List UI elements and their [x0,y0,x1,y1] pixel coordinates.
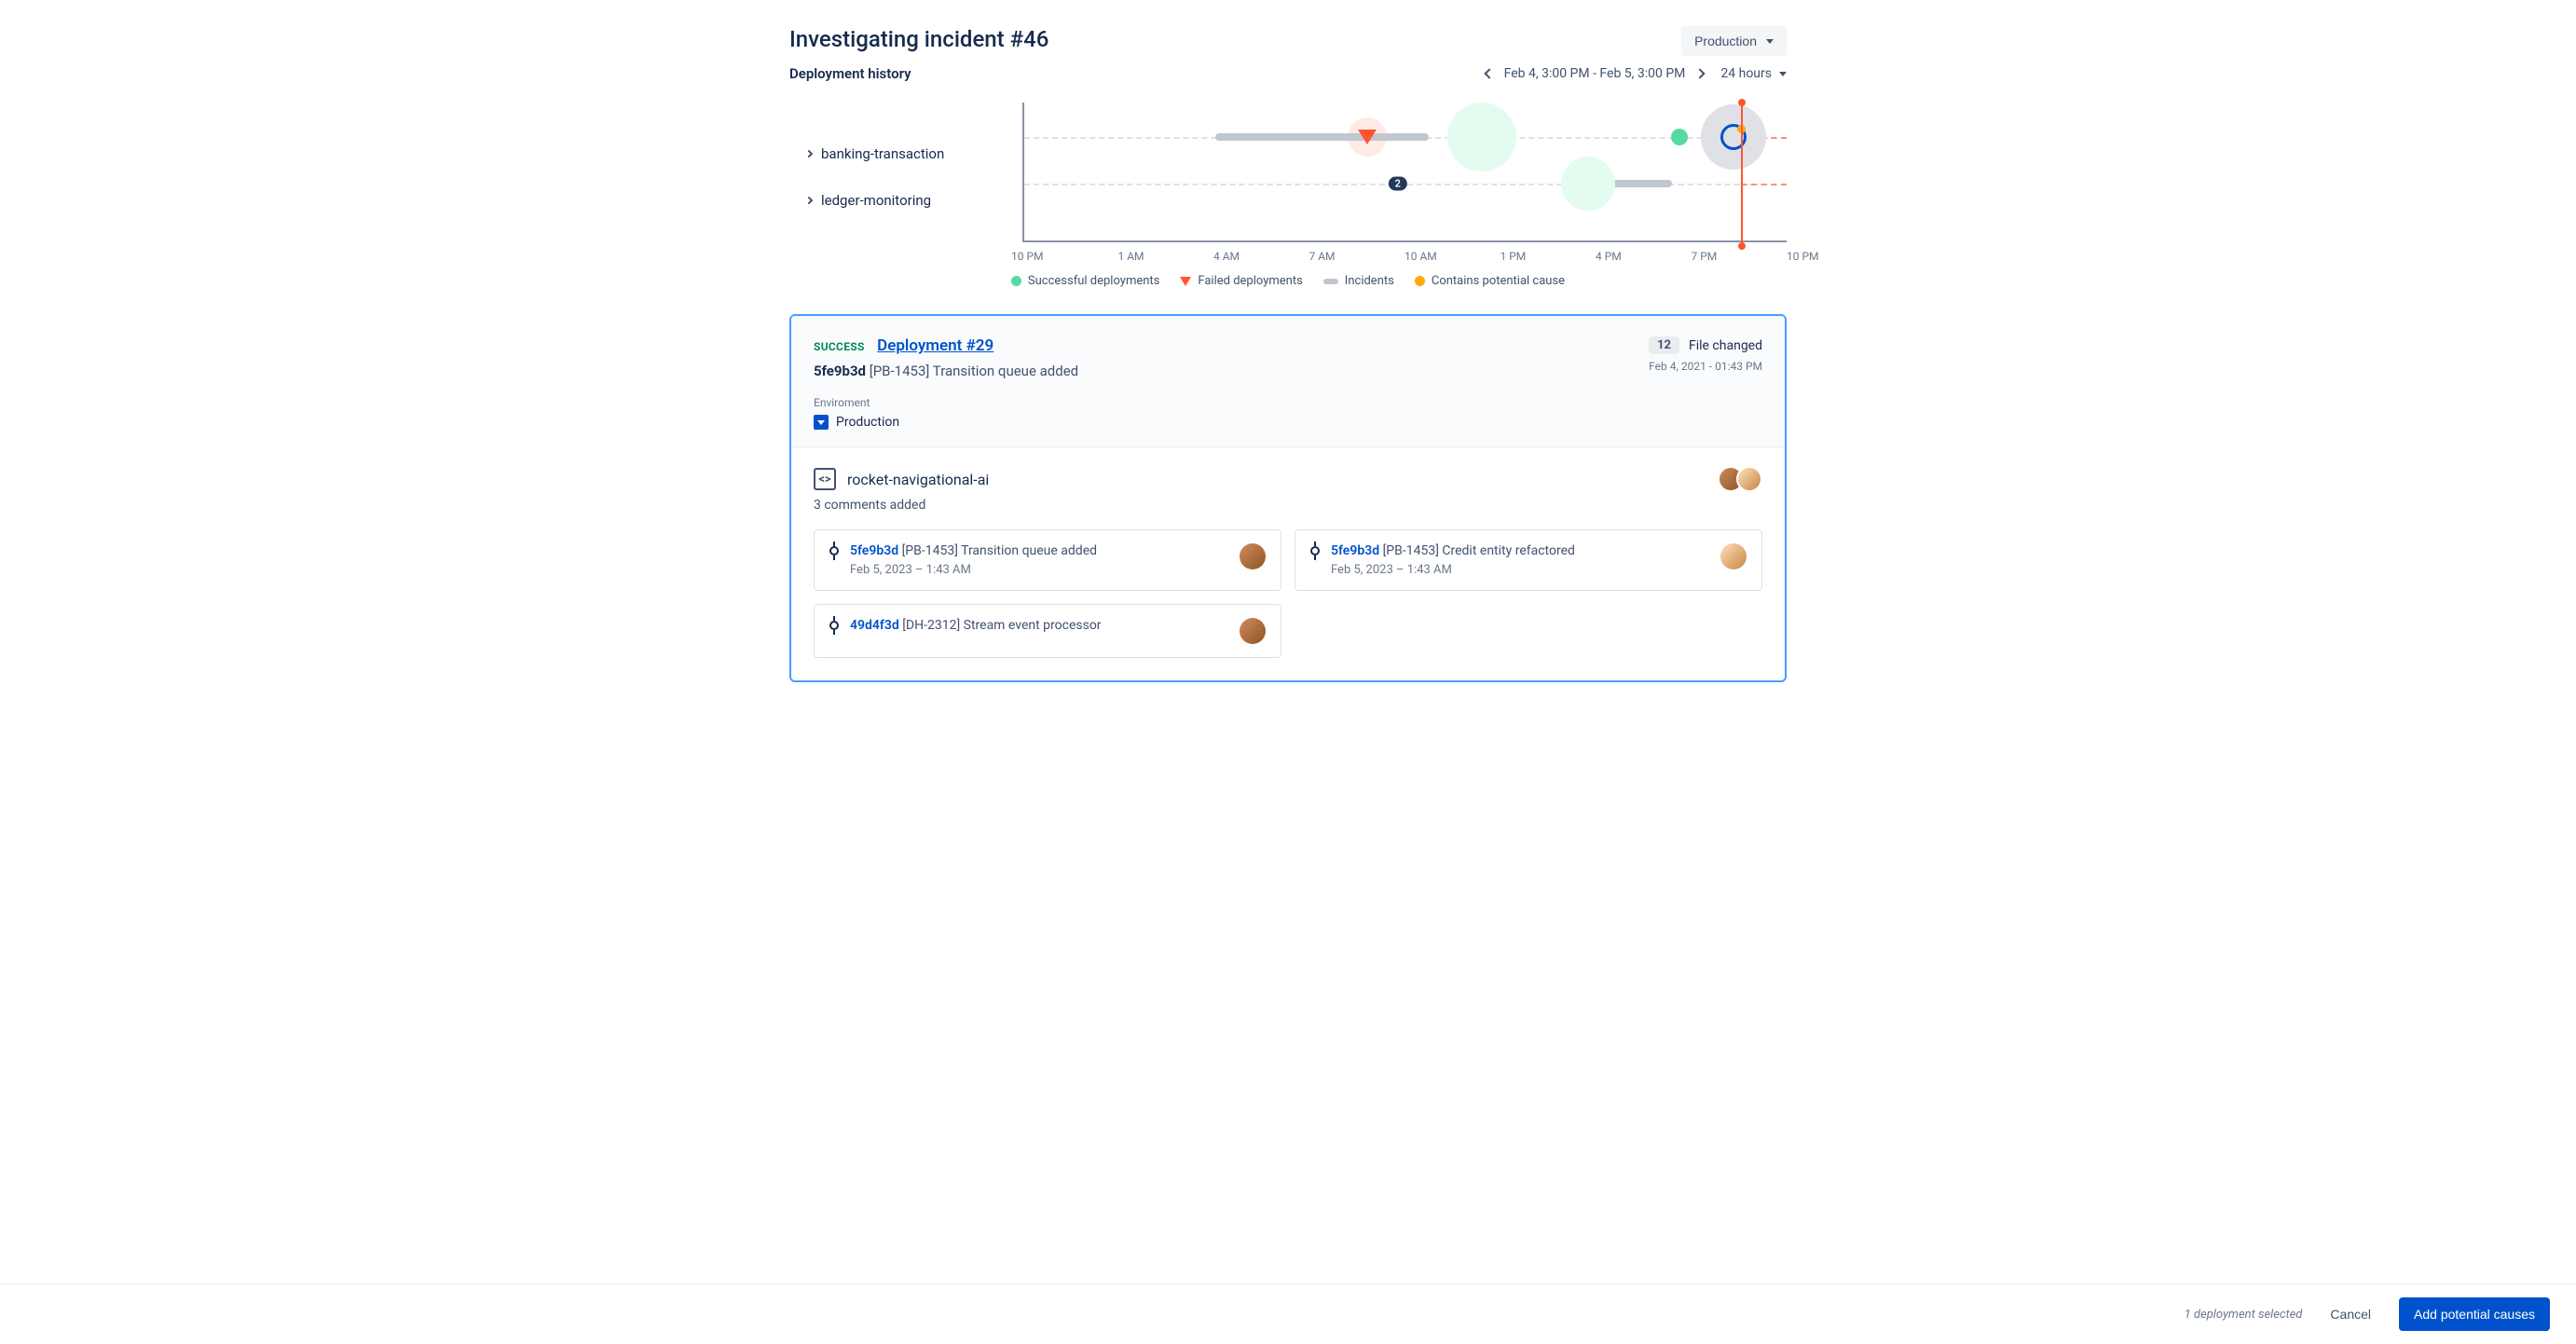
timeline-row-label: ledger-monitoring [821,192,931,209]
comments-count: 3 comments added [814,498,1762,513]
next-range-button[interactable] [1695,68,1706,78]
environment-icon [814,415,829,430]
selection-count: 1 deployment selected [2185,1308,2303,1322]
commit-card[interactable]: 5fe9b3d [PB-1453] Transition queue added… [814,529,1281,591]
file-count-badge: 12 [1649,336,1679,354]
success-deployment-marker[interactable] [1580,175,1596,192]
date-range-label: Feb 4, 3:00 PM - Feb 5, 3:00 PM [1504,66,1686,81]
failed-deployment-marker[interactable] [1358,130,1377,144]
duration-selector[interactable]: 24 hours [1720,66,1787,81]
timeline-row-label: banking-transaction [821,145,944,162]
legend-success-icon [1011,276,1021,286]
deployment-details-panel: SUCCESS Deployment #29 5fe9b3d [PB-1453]… [789,314,1787,682]
commit-card[interactable]: 5fe9b3d [PB-1453] Credit entity refactor… [1295,529,1762,591]
deployment-date: Feb 4, 2021 - 01:43 PM [1649,360,1762,373]
file-changed-label: File changed [1689,338,1762,353]
page-title: Investigating incident #46 [789,26,1048,52]
success-deployment-marker[interactable] [1671,129,1688,145]
environment-selector-label: Production [1694,34,1757,48]
avatar [1736,466,1762,492]
success-deployment-marker[interactable] [1473,129,1490,145]
timeline-row-toggle[interactable]: ledger-monitoring [789,177,1022,224]
commit-message: [PB-1453] Transition queue added [902,543,1097,558]
footer-action-bar: 1 deployment selected Cancel Add potenti… [0,1283,2576,1344]
prev-range-button[interactable] [1484,68,1494,78]
avatar [1240,618,1266,644]
legend-label: Incidents [1345,274,1394,288]
duration-label: 24 hours [1720,66,1772,81]
commit-date: Feb 5, 2023 – 1:43 AM [850,563,1228,577]
success-deployment-marker-selected[interactable] [1725,129,1742,145]
commit-title: [PB-1453] Transition queue added [870,363,1078,379]
legend-label: Failed deployments [1198,274,1302,288]
chevron-down-icon [1766,39,1774,44]
commit-hash-link[interactable]: 5fe9b3d [1331,543,1379,558]
commit-node-icon [829,621,839,630]
grouped-count-badge[interactable]: 2 [1389,177,1407,191]
now-indicator [1741,103,1743,246]
section-subtitle: Deployment history [789,65,911,82]
commit-message: [PB-1453] Credit entity refactored [1383,543,1575,558]
legend-potential-icon [1415,276,1425,286]
contributor-avatars[interactable] [1725,466,1762,492]
status-badge: SUCCESS [814,340,865,353]
timeline-legend: Successful deployments Failed deployment… [789,274,1787,288]
commit-node-icon [829,546,839,555]
avatar [1240,543,1266,569]
legend-label: Contains potential cause [1432,274,1565,288]
timeline-x-axis: 10 PM 1 AM 4 AM 7 AM 10 AM 1 PM 4 PM 7 P… [789,250,1787,263]
environment-label: Enviroment [814,396,1078,409]
repo-name: rocket-navigational-ai [847,471,989,488]
commit-hash-link[interactable]: 49d4f3d [850,618,899,633]
commit-node-icon [1310,546,1320,555]
timeline-row-toggle[interactable]: banking-transaction [789,130,1022,177]
repo-icon: <> [814,468,836,490]
commit-date: Feb 5, 2023 – 1:43 AM [1331,563,1709,577]
avatar [1720,543,1747,569]
timeline-chart[interactable]: 2 [1022,103,1787,242]
chevron-right-icon [805,197,813,204]
chevron-right-icon [805,150,813,158]
legend-label: Successful deployments [1028,274,1159,288]
chevron-down-icon [1779,72,1787,76]
environment-value: Production [836,415,899,430]
legend-incident-icon [1323,279,1338,284]
commit-hash-link[interactable]: 5fe9b3d [850,543,898,558]
environment-selector[interactable]: Production [1681,26,1787,56]
commit-message: [DH-2312] Stream event processor [902,618,1101,633]
commit-hash: 5fe9b3d [814,363,866,379]
add-potential-causes-button[interactable]: Add potential causes [2399,1297,2550,1331]
cancel-button[interactable]: Cancel [2321,1299,2380,1329]
deployment-link[interactable]: Deployment #29 [877,336,993,355]
legend-failed-icon [1180,277,1191,286]
commit-card[interactable]: 49d4f3d [DH-2312] Stream event processor [814,604,1281,658]
